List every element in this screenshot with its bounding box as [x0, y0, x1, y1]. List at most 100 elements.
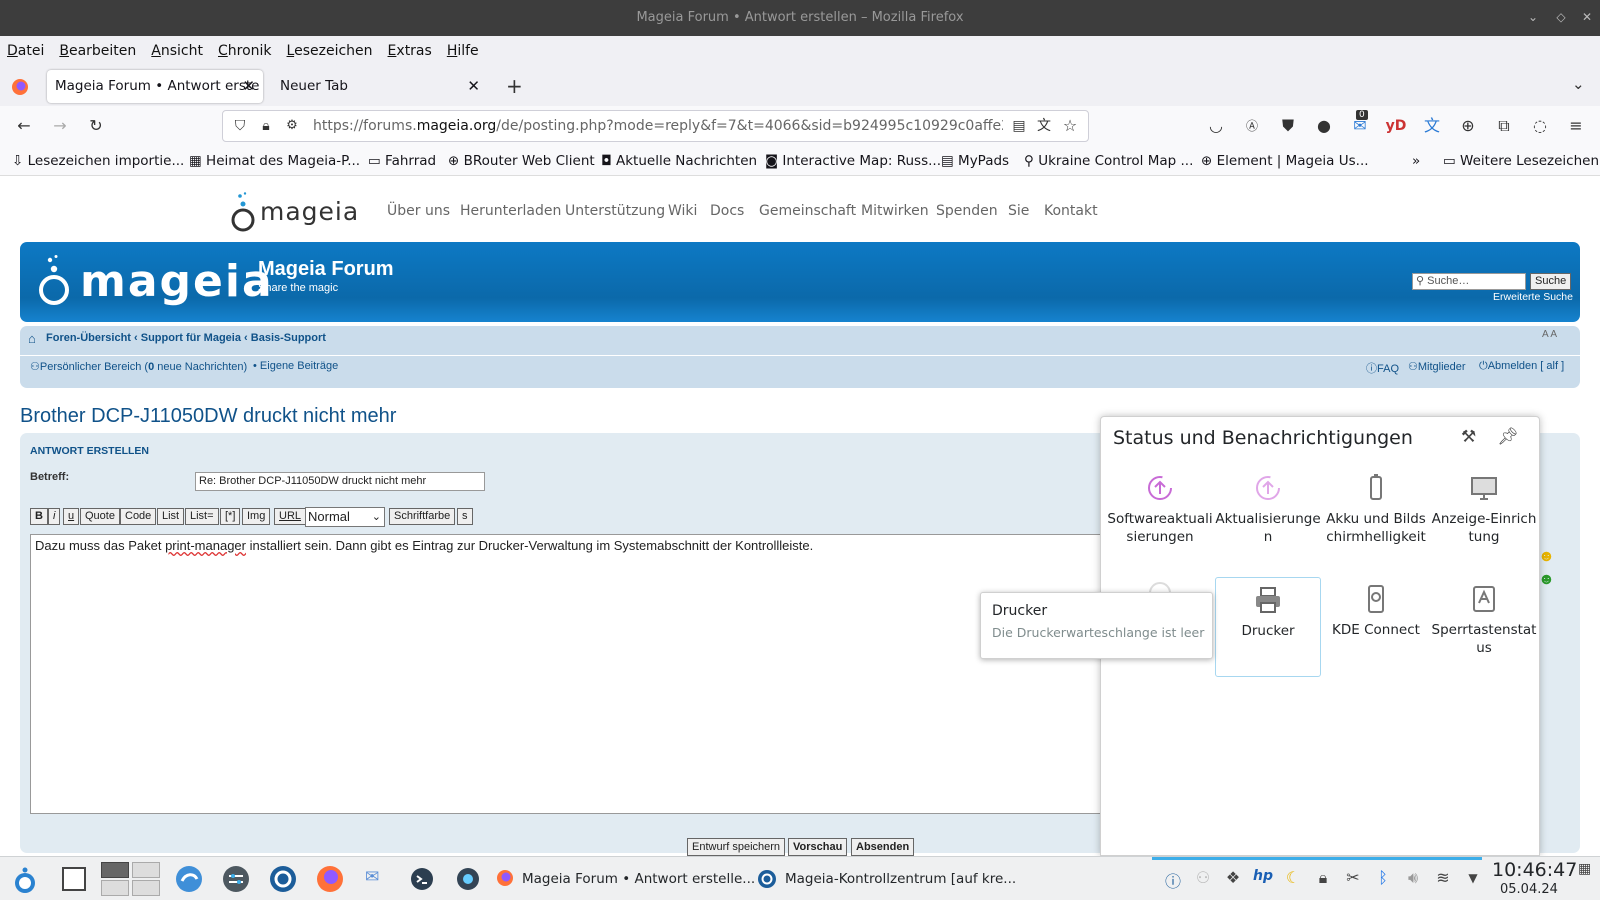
- maximize-icon[interactable]: ◇: [1552, 8, 1570, 26]
- volume-icon[interactable]: 🔊︎: [1402, 868, 1424, 888]
- menu-extras[interactable]: Extras: [388, 43, 432, 59]
- tab-new[interactable]: Neuer Tab ✕: [272, 70, 488, 103]
- site-nav-kontakt[interactable]: Kontakt: [1044, 203, 1098, 219]
- search-input[interactable]: ⚲ Suche…: [1412, 273, 1526, 290]
- klipper-icon[interactable]: ✂: [1342, 868, 1364, 887]
- bookmarks-overflow-icon[interactable]: »: [1412, 153, 1420, 169]
- terminal-icon[interactable]: [410, 867, 434, 891]
- menu-bearbeiten[interactable]: Bearbeiten: [59, 43, 136, 59]
- tile-updates[interactable]: Aktualisierungen: [1215, 472, 1321, 572]
- url-bar[interactable]: ⛉ 🔒︎ ⚙ https://forums.mageia.org/de/post…: [222, 110, 1089, 142]
- tab-mageia-forum[interactable]: Mageia Forum • Antwort erste ✕: [47, 70, 263, 103]
- task-control-center[interactable]: Mageia-Kontrollzentrum [auf kre...: [785, 871, 1016, 887]
- tile-display-settings[interactable]: Anzeige-Einrichtung: [1431, 472, 1537, 572]
- account-icon[interactable]: Ⓐ: [1241, 116, 1263, 136]
- tracking-protection-icon[interactable]: ⛉: [229, 116, 251, 136]
- hp-icon[interactable]: hp: [1252, 868, 1274, 884]
- menu-datei[interactable]: Datei: [7, 43, 44, 59]
- user-switch-icon[interactable]: ⚇: [1192, 868, 1214, 887]
- list-button[interactable]: List: [157, 508, 185, 525]
- bookmark-item[interactable]: ◙ Interactive Map: Russ...: [765, 153, 941, 169]
- smiley-icon[interactable]: ☻: [1538, 571, 1555, 589]
- wifi-icon[interactable]: ≋: [1432, 868, 1454, 887]
- bookmark-item[interactable]: ▤ MyPads: [941, 153, 1009, 169]
- translate-icon[interactable]: 文: [1033, 116, 1055, 136]
- minimize-icon[interactable]: ⌄: [1524, 8, 1542, 26]
- menu-hilfe[interactable]: Hilfe: [447, 43, 479, 59]
- message-textarea[interactable]: Dazu muss das Paket print-manager instal…: [30, 534, 1120, 814]
- font-size-toggle[interactable]: A A: [1542, 329, 1557, 340]
- forum-logo-text[interactable]: mageia: [80, 256, 274, 307]
- bookmark-item[interactable]: ⇩ Lesezeichen importie...: [12, 153, 184, 169]
- tile-battery-brightness[interactable]: Akku und Bildschirmhelligkeit: [1323, 472, 1429, 572]
- profile-icon[interactable]: ◌: [1529, 116, 1551, 136]
- firefox-icon[interactable]: [316, 865, 344, 893]
- underline-button[interactable]: u: [63, 508, 80, 525]
- site-nav-spenden[interactable]: Spenden: [936, 203, 998, 219]
- lock-icon[interactable]: 🔒︎: [1312, 868, 1334, 888]
- mail-icon[interactable]: ✉: [365, 867, 379, 887]
- tray-expand-icon[interactable]: ▼: [1462, 871, 1484, 885]
- members-link[interactable]: ⚇Mitglieder: [1408, 360, 1466, 373]
- app-menu-icon[interactable]: ≡: [1565, 116, 1587, 136]
- strike-button[interactable]: s: [457, 508, 473, 525]
- pager[interactable]: [101, 862, 161, 896]
- back-icon[interactable]: ←: [13, 116, 35, 136]
- bookmark-star-icon[interactable]: ☆: [1059, 116, 1081, 136]
- tab-list-icon[interactable]: ⌄: [1572, 75, 1585, 93]
- close-tab-icon[interactable]: ✕: [467, 70, 480, 103]
- night-color-icon[interactable]: ☾: [1282, 868, 1304, 887]
- own-posts-link[interactable]: • Eigene Beiträge: [253, 360, 338, 372]
- close-tab-icon[interactable]: ✕: [242, 70, 255, 103]
- topic-title[interactable]: Brother DCP-J11050DW druckt nicht mehr: [20, 405, 396, 428]
- list-item-button[interactable]: [*]: [220, 508, 241, 525]
- show-desktop-icon[interactable]: [62, 867, 86, 891]
- search-button[interactable]: Suche: [1530, 273, 1572, 290]
- pocket-icon[interactable]: ◡: [1205, 116, 1227, 136]
- url-text[interactable]: https://forums.mageia.org/de/posting.php…: [313, 111, 1003, 141]
- app-icon[interactable]: [456, 867, 480, 891]
- pin-icon[interactable]: 📌︎: [1497, 427, 1519, 447]
- bluetooth-icon[interactable]: ᛒ: [1372, 868, 1394, 887]
- subject-input[interactable]: Re: Brother DCP-J11050DW druckt nicht me…: [195, 472, 485, 491]
- site-nav-docs[interactable]: Docs: [710, 203, 744, 219]
- lock-icon[interactable]: 🔒︎: [255, 116, 277, 136]
- forward-icon[interactable]: →: [49, 116, 71, 136]
- bookmark-item[interactable]: ⚲ Ukraine Control Map ...: [1024, 153, 1193, 169]
- close-icon[interactable]: ✕: [1578, 8, 1596, 26]
- site-nav-sie[interactable]: Sie: [1008, 203, 1029, 219]
- breadcrumb-item[interactable]: Foren-Übersicht ‹ Support für Mageia ‹ B…: [46, 332, 326, 344]
- task-firefox[interactable]: Mageia Forum • Antwort erstelle...: [522, 871, 755, 887]
- mageia-logo-icon[interactable]: [228, 192, 258, 232]
- bookmark-item[interactable]: ▭ Fahrrad: [368, 153, 436, 169]
- site-nav-wiki[interactable]: Wiki: [668, 203, 697, 219]
- ordered-list-button[interactable]: List=: [185, 508, 219, 525]
- bold-button[interactable]: B: [30, 508, 48, 525]
- dropbox-icon[interactable]: ❖: [1222, 868, 1244, 887]
- menu-ansicht[interactable]: Ansicht: [151, 43, 203, 59]
- url-button[interactable]: URL: [274, 508, 307, 525]
- site-nav-mitwirken[interactable]: Mitwirken: [861, 203, 929, 219]
- clock-date[interactable]: 05.04.24: [1500, 882, 1558, 897]
- info-icon[interactable]: ⓘ: [1162, 868, 1184, 892]
- site-nav-herunterladen[interactable]: Herunterladen: [460, 203, 561, 219]
- download-icon[interactable]: ⊕: [1457, 116, 1479, 136]
- desktop-2[interactable]: [132, 862, 160, 878]
- permissions-icon[interactable]: ⚙: [281, 116, 303, 136]
- preview-button[interactable]: Vorschau: [788, 838, 848, 856]
- font-size-select[interactable]: Normal ⌄: [305, 507, 385, 527]
- translate-extension-icon[interactable]: 文: [1421, 116, 1443, 136]
- extensions-icon[interactable]: ⧉: [1493, 116, 1515, 136]
- yandex-extension-icon[interactable]: yD: [1385, 116, 1407, 136]
- dolphin-icon[interactable]: [175, 865, 203, 893]
- desktop-1[interactable]: [101, 862, 129, 878]
- tile-printer[interactable]: Drucker: [1215, 577, 1321, 677]
- img-button[interactable]: Img: [242, 508, 271, 525]
- logout-link[interactable]: ⏻Abmelden [ alf ]: [1479, 360, 1564, 373]
- font-color-button[interactable]: Schriftfarbe: [389, 508, 456, 525]
- submit-button[interactable]: Absenden: [851, 838, 915, 856]
- configure-icon[interactable]: ⚒: [1461, 427, 1476, 447]
- forum-title[interactable]: Mageia Forum: [258, 258, 394, 281]
- reader-view-icon[interactable]: ▤: [1008, 116, 1030, 136]
- app-launcher-icon[interactable]: [10, 865, 40, 895]
